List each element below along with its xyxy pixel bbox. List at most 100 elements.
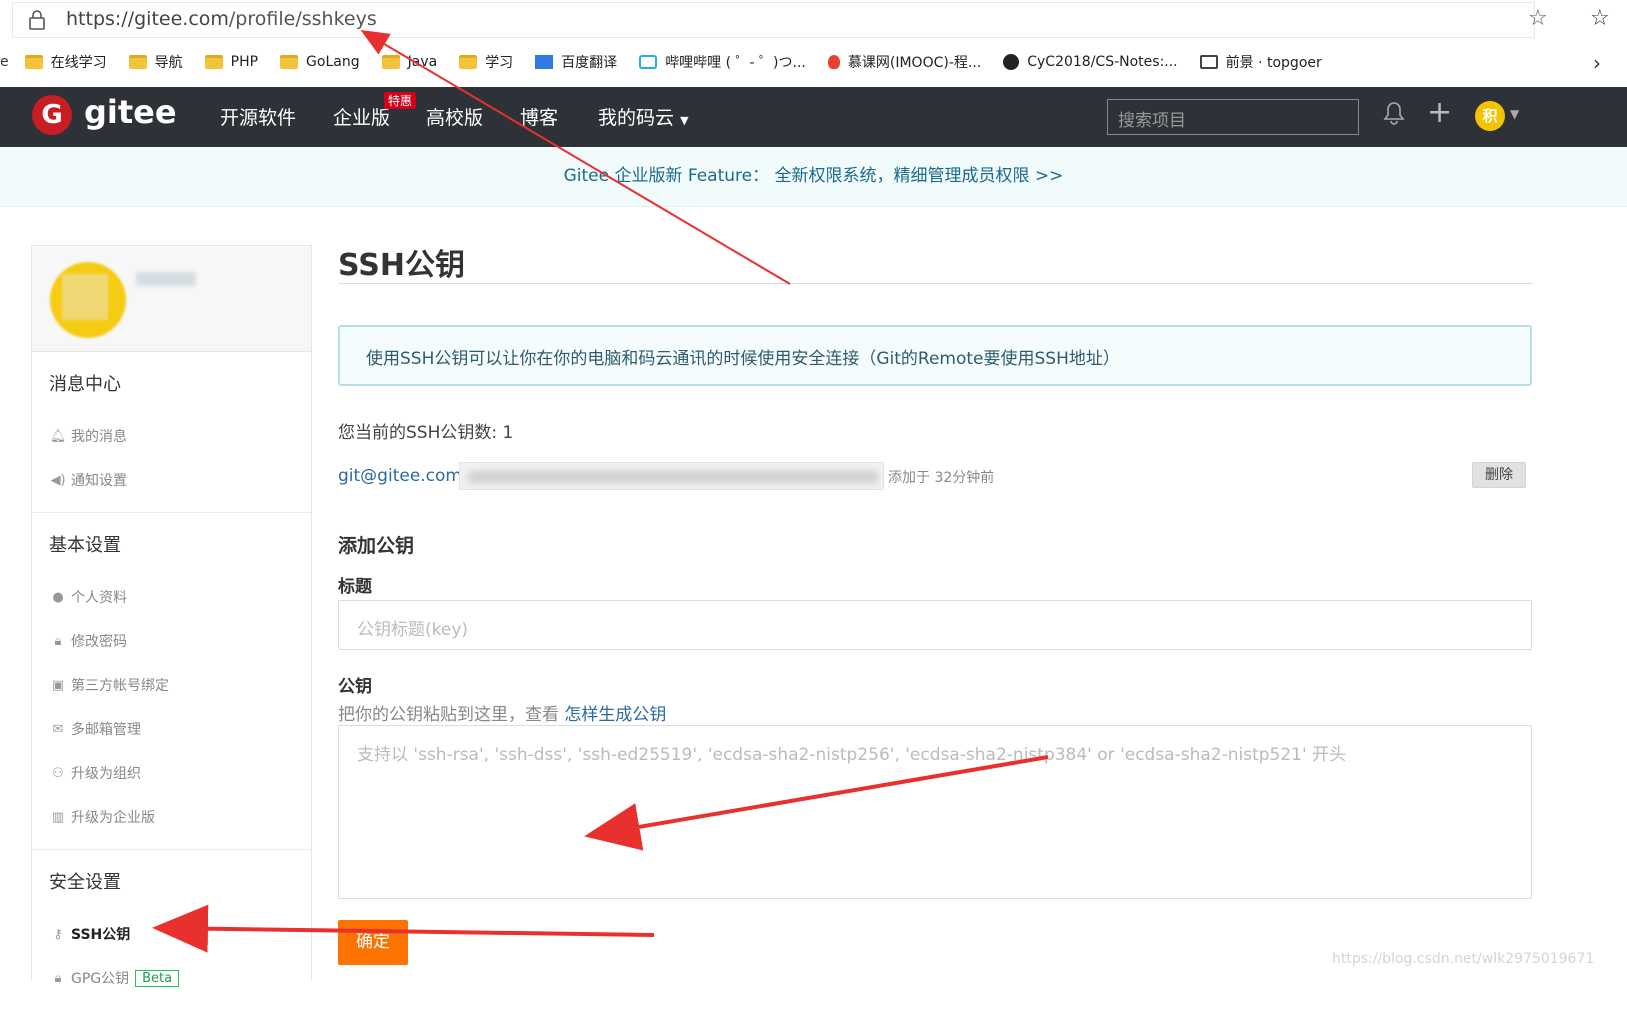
sidebar-item-label: 我的消息 (71, 429, 127, 445)
github-icon (1003, 54, 1020, 70)
bookmark-item[interactable]: 导航 (128, 52, 183, 72)
promo-badge: 特惠 (384, 92, 417, 109)
bookmark-item[interactable]: PHP (204, 52, 259, 72)
folder-icon (459, 55, 478, 69)
url-text[interactable]: https://gitee.com/profile/sshkeys (66, 8, 377, 30)
key-label: 公钥 (338, 677, 372, 697)
sidebar-item[interactable]: 🔒︎ 修改密码 (49, 619, 311, 663)
bookmark-item[interactable]: 学习 (459, 52, 513, 72)
bookmark-label: 学习 (485, 55, 514, 71)
key-count: 您当前的SSH公钥数: 1 (338, 423, 514, 443)
bell-icon[interactable] (1383, 101, 1405, 131)
avatar[interactable]: 积 (1475, 101, 1505, 131)
user-icon: ● (52, 589, 64, 605)
translate-icon (535, 55, 554, 69)
chevron-down-icon: ▼ (680, 114, 689, 127)
lock-icon (29, 10, 45, 30)
public-key-textarea[interactable]: 支持以 'ssh-rsa', 'ssh-dss', 'ssh-ed25519',… (338, 725, 1532, 899)
user-avatar[interactable] (50, 262, 126, 338)
search-input[interactable]: 搜索项目 (1107, 99, 1359, 135)
flame-icon (827, 55, 840, 69)
bookmark-label: 导航 (154, 55, 183, 71)
lock-icon: 🔒︎ (54, 633, 62, 649)
favorite-star-icon[interactable]: ☆ (1528, 6, 1548, 31)
favorites-list-icon[interactable]: ☆ (1590, 6, 1610, 31)
bookmark-overflow-left[interactable]: e (0, 54, 9, 70)
bookmark-item[interactable]: 哔哩哔哩 ( ゜- ゜)つ... (639, 52, 806, 72)
book-icon (1199, 55, 1218, 69)
sidebar-item[interactable]: ✉ 多邮箱管理 (49, 707, 311, 751)
bookmark-item[interactable]: 百度翻译 (535, 52, 617, 72)
sidebar-item-label: 通知设置 (71, 473, 127, 489)
sidebar-section-title: 基本设置 (49, 535, 121, 556)
bookmarks-bar: e 在线学习 导航 PHP GoLang Java 学习 百度翻译 哔哩哔哩 ( ゜- ゜)つ… (0, 45, 1627, 79)
avatar-chevron-down-icon[interactable]: ▼ (1510, 107, 1519, 121)
key-fingerprint-blurred (459, 462, 884, 490)
bookmark-label: Java (407, 54, 438, 70)
bookmark-item[interactable]: 前景 · topgoer (1199, 52, 1322, 72)
building-icon: ▥ (51, 809, 65, 825)
folder-icon (24, 55, 43, 69)
folder-icon (128, 55, 147, 69)
bookmark-item[interactable]: GoLang (280, 52, 360, 72)
settings-sidebar: 消息中心 🔔︎ 我的消息 ◀) 通知设置 基本设置 ● 个人资料 🔒︎ 修改密码… (31, 245, 312, 987)
sidebar-section-title: 消息中心 (49, 374, 121, 395)
key-hint-text: 把你的公钥粘贴到这里，查看 (338, 705, 559, 725)
lock-icon: 🔒︎ (54, 970, 62, 986)
sidebar-item-label: 多邮箱管理 (71, 722, 141, 738)
sidebar-profile (32, 246, 311, 352)
sidebar-item[interactable]: 🔔︎ 我的消息 (49, 414, 311, 458)
bookmark-item[interactable]: 在线学习 (24, 52, 107, 72)
delete-key-button[interactable]: 删除 (1472, 462, 1526, 488)
bookmark-label: 前景 · topgoer (1225, 55, 1322, 71)
nav-enterprise[interactable]: 企业版 (333, 103, 390, 130)
bookmark-label: PHP (230, 54, 259, 70)
gitee-logo-icon[interactable]: G (32, 95, 72, 135)
sidebar-item-label: 个人资料 (71, 590, 127, 606)
sidebar-item[interactable]: ⚇ 升级为组织 (49, 751, 311, 795)
sidebar-item[interactable]: ▥ 升级为企业版 (49, 795, 311, 839)
sidebar-item[interactable]: ▣ 第三方帐号绑定 (49, 663, 311, 707)
nav-my-gitee-label: 我的码云 (598, 107, 675, 129)
plus-icon[interactable]: + (1427, 95, 1452, 130)
key-added-time: 添加于 32分钟前 (888, 470, 995, 486)
sidebar-item-label: 修改密码 (71, 634, 127, 650)
group-icon: ⚇ (52, 765, 64, 781)
nav-blog[interactable]: 博客 (520, 103, 558, 130)
sidebar-section: 安全设置 ⚷ SSH公钥 🔒︎ GPG公钥 Beta (32, 850, 311, 1010)
bookmark-label: CyC2018/CS-Notes:... (1027, 54, 1178, 70)
sidebar-item-label: 升级为企业版 (71, 810, 155, 826)
add-key-heading: 添加公钥 (338, 535, 415, 557)
how-to-generate-link[interactable]: 怎样生成公钥 (564, 705, 666, 725)
folder-icon (280, 55, 299, 69)
info-box: 使用SSH公钥可以让你在你的电脑和码云通讯的时候使用安全连接（Git的Remot… (338, 325, 1532, 386)
sidebar-item-label: 升级为组织 (71, 766, 141, 782)
sidebar-item[interactable]: ● 个人资料 (49, 575, 311, 619)
mail-icon: ✉ (52, 721, 64, 737)
sidebar-item-label: GPG公钥 (71, 971, 130, 987)
key-title-input[interactable]: 公钥标题(key) (338, 600, 1532, 650)
sidebar-item[interactable]: ◀) 通知设置 (49, 458, 311, 502)
sidebar-item[interactable]: 🔒︎ GPG公钥 Beta (49, 956, 311, 1000)
bookmark-item[interactable]: Java (381, 52, 438, 72)
bookmark-item[interactable]: CyC2018/CS-Notes:... (1003, 52, 1178, 72)
chevron-right-icon[interactable]: › (1593, 51, 1601, 75)
nav-education[interactable]: 高校版 (426, 103, 483, 130)
watermark: https://blog.csdn.net/wlk2975019671 (1332, 951, 1595, 967)
speaker-icon: ◀) (50, 472, 66, 488)
enterprise-banner[interactable]: Gitee 企业版新 Feature： 全新权限系统，精细管理成员权限 >> (0, 147, 1627, 207)
nav-open-source[interactable]: 开源软件 (220, 103, 296, 130)
folder-icon (204, 55, 223, 69)
submit-button[interactable]: 确定 (338, 920, 408, 965)
bookmark-label: 百度翻译 (561, 55, 618, 71)
sidebar-item[interactable]: ⚷ SSH公钥 (49, 912, 311, 956)
gitee-logo-text[interactable]: gitee (84, 93, 177, 131)
bilibili-icon (639, 55, 658, 69)
sidebar-section-title: 安全设置 (49, 872, 121, 893)
bookmark-label: GoLang (306, 54, 360, 70)
bookmark-item[interactable]: 慕课网(IMOOC)-程... (827, 52, 981, 72)
nav-my-gitee[interactable]: 我的码云 ▼ (598, 103, 689, 130)
page-title: SSH公钥 (338, 248, 465, 283)
bookmark-label: 哔哩哔哩 ( ゜- ゜)つ... (665, 55, 806, 71)
title-label: 标题 (338, 577, 372, 597)
